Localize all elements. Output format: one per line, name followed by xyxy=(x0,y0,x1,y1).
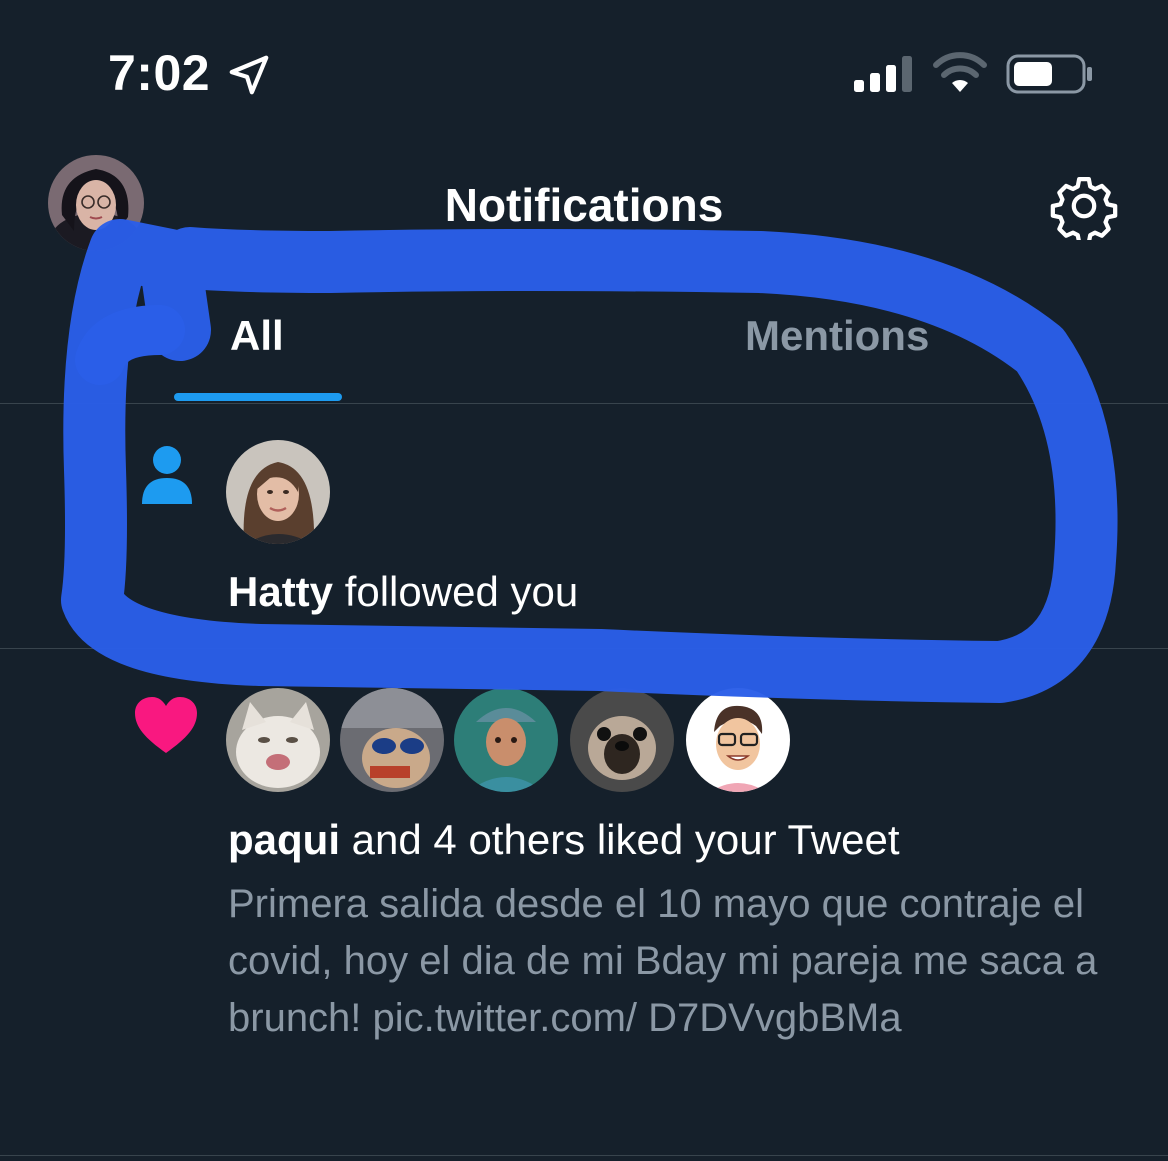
like-action: and 4 others liked your Tweet xyxy=(351,816,900,863)
tab-all[interactable]: All xyxy=(230,312,284,360)
notification-like[interactable]: paqui and 4 others liked your Tweet Prim… xyxy=(0,650,1168,1156)
liker-avatar-cat[interactable] xyxy=(226,688,330,792)
liker-avatar-dog[interactable] xyxy=(570,688,674,792)
liker-name[interactable]: paqui xyxy=(228,816,340,863)
battery-icon xyxy=(1006,54,1092,94)
follow-action: followed you xyxy=(344,568,579,615)
tab-bar: All Mentions xyxy=(0,290,1168,404)
wifi-icon xyxy=(933,52,987,92)
liker-avatar-bitmoji[interactable] xyxy=(686,688,790,792)
status-bar: 7:02 xyxy=(0,0,1168,140)
page-title: Notifications xyxy=(444,179,724,231)
notifications-screen: 7:02 Notifications All Mentions Hatty fo… xyxy=(0,0,1168,1161)
liker-avatar-character[interactable] xyxy=(454,688,558,792)
heart-icon xyxy=(135,697,197,753)
like-notification-text: paqui and 4 others liked your Tweet xyxy=(228,816,900,864)
cellular-signal-icon xyxy=(854,56,912,92)
person-icon xyxy=(142,446,192,504)
status-time: 7:02 xyxy=(108,45,211,101)
follow-notification-text: Hatty followed you xyxy=(228,568,578,616)
gear-icon[interactable] xyxy=(1050,172,1118,240)
follower-name[interactable]: Hatty xyxy=(228,568,333,615)
tab-mentions[interactable]: Mentions xyxy=(745,312,929,360)
tab-selected-indicator xyxy=(174,393,342,401)
liked-tweet-text[interactable]: Primera salida desde el 10 mayo que cont… xyxy=(228,876,1108,1047)
notification-follow[interactable]: Hatty followed you xyxy=(0,404,1168,649)
location-arrow-icon xyxy=(229,55,269,95)
follower-avatar[interactable] xyxy=(226,440,330,544)
liker-avatar-sunglasses[interactable] xyxy=(340,688,444,792)
